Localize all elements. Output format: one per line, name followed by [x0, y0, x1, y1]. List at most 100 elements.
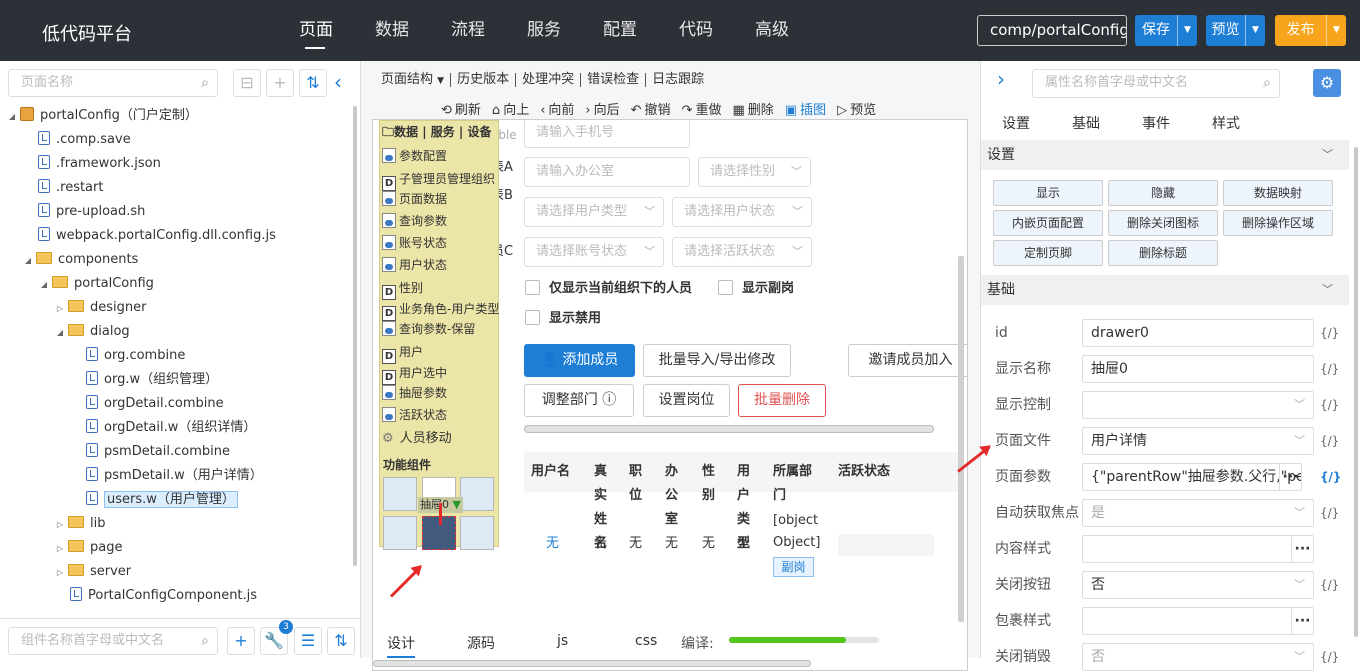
id-field[interactable]: drawer0 — [1082, 319, 1314, 347]
chevron-down-icon[interactable]: ▼ — [1326, 15, 1346, 46]
palette-item[interactable]: 参数配置 — [382, 146, 447, 166]
active-status-select[interactable]: 请选择活跃状态 ﹀ — [672, 237, 812, 267]
tree-node[interactable]: org.w（组织管理） — [82, 368, 218, 392]
show-disabled-checkbox[interactable]: 显示禁用 — [525, 310, 601, 327]
hide-button[interactable]: 隐藏 — [1108, 180, 1218, 206]
show-deputy-checkbox[interactable]: 显示副岗 — [718, 280, 794, 297]
window-component-icon[interactable] — [460, 516, 494, 550]
table-cell-link[interactable]: 无 — [546, 532, 559, 556]
invite-member-button[interactable]: 邀请成员加入 — [848, 344, 967, 377]
display-control-select[interactable]: ﹀ — [1082, 391, 1314, 419]
tree-node[interactable]: pre-upload.sh — [34, 200, 145, 224]
nav-advanced[interactable]: 高级 — [734, 0, 810, 61]
add-component-button[interactable]: + — [227, 627, 255, 655]
dialog-component-icon[interactable] — [383, 516, 417, 550]
forward-button[interactable]: ‹ 向前 — [540, 99, 574, 121]
insert-image-button[interactable]: ▣ 插图 — [785, 99, 826, 121]
expression-icon[interactable]: {/} — [1320, 462, 1341, 492]
section-settings[interactable]: 设置 ﹀ — [981, 140, 1349, 170]
expression-icon[interactable]: {/} — [1320, 642, 1339, 672]
nav-data[interactable]: 数据 — [354, 0, 430, 61]
canvas-vertical-scrollbar[interactable] — [958, 256, 964, 622]
undo-button[interactable]: ↶ 撤销 — [631, 99, 671, 121]
palette-item[interactable]: D 用户 — [382, 342, 423, 364]
tree-node[interactable]: orgDetail.w（组织详情） — [82, 416, 256, 440]
palette-item[interactable]: ⚙ 人员移动 — [382, 429, 452, 449]
user-type-select[interactable]: 请选择用户类型 ﹀ — [524, 197, 664, 227]
delete-title-button[interactable]: 删除标题 — [1108, 240, 1218, 266]
palette-item[interactable]: 抽屉参数 — [382, 383, 447, 403]
tree-node[interactable]: org.combine — [82, 344, 185, 368]
data-mapping-button[interactable]: 数据映射 — [1223, 180, 1333, 206]
delete-close-icon-button[interactable]: 删除关闭图标 — [1108, 210, 1218, 236]
tree-node[interactable]: ◢ components — [22, 248, 138, 272]
save-button[interactable]: 保存 ▼ — [1135, 15, 1197, 46]
page-params-field[interactable]: {"parentRow"抽屉参数.父行,"pe ··· — [1082, 463, 1302, 491]
autofocus-select[interactable]: 是 ﹀ — [1082, 499, 1314, 527]
tree-node-selected[interactable]: users.w（用户管理） — [82, 488, 238, 512]
refresh-button[interactable]: ⟲ 刷新 — [441, 99, 481, 121]
palette-item[interactable]: D 用户选中 — [382, 363, 447, 385]
up-button[interactable]: ⌂ 向上 — [492, 99, 529, 121]
tab-error-check[interactable]: 错误检查 — [581, 73, 647, 87]
gear-icon[interactable]: ⚙ — [1313, 69, 1341, 97]
expression-icon[interactable]: {/} — [1320, 570, 1339, 600]
page-search-input[interactable]: 页面名称 ⌕ — [8, 69, 218, 97]
redo-button[interactable]: ↷ 重做 — [682, 99, 722, 121]
palette-item[interactable]: D 业务角色-用户类型 — [382, 299, 499, 321]
palette-item[interactable]: 查询参数-保留 — [382, 319, 475, 339]
office-input[interactable]: 请输入办公室 — [524, 157, 690, 187]
tab-basic[interactable]: 基础 — [1051, 111, 1121, 137]
phone-input[interactable]: 请输入手机号 — [524, 120, 690, 148]
tree-node[interactable]: PortalConfigComponent.js — [66, 584, 257, 608]
expression-icon[interactable]: {/} — [1320, 318, 1339, 348]
wrap-style-field[interactable]: ··· — [1082, 607, 1314, 635]
tree-node[interactable]: ◢ dialog — [54, 320, 130, 344]
tree-node[interactable]: orgDetail.combine — [82, 392, 224, 416]
tree-node[interactable]: ▷ designer — [54, 296, 146, 320]
adjust-dept-button[interactable]: 调整部门 ⓘ — [524, 384, 634, 417]
close-button-select[interactable]: 否 ﹀ — [1082, 571, 1314, 599]
chevron-down-icon[interactable]: ▼ — [1245, 15, 1265, 46]
tab-js[interactable]: js — [557, 633, 568, 649]
tree-node[interactable]: psmDetail.w（用户详情） — [82, 464, 263, 488]
expression-icon[interactable]: {/} — [1320, 426, 1339, 456]
wrench-button[interactable]: 🔧 3 — [260, 620, 293, 655]
tree-node[interactable]: ◢ portalConfig（门户定制） — [6, 104, 198, 128]
show-button[interactable]: 显示 — [993, 180, 1103, 206]
more-icon[interactable]: ··· — [1279, 464, 1301, 490]
tree-node[interactable]: ▷ lib — [54, 512, 105, 536]
page-file-select[interactable]: 用户详情 ﹀ — [1082, 427, 1314, 455]
tree-scrollbar[interactable] — [353, 106, 357, 566]
gender-select[interactable]: 请选择性别 ﹀ — [698, 157, 811, 187]
more-icon[interactable]: ··· — [1291, 608, 1313, 634]
expand-right-icon[interactable]: › — [997, 67, 1005, 91]
nav-code[interactable]: 代码 — [658, 0, 734, 61]
tree-node[interactable]: .comp.save — [34, 128, 131, 152]
preview-page-button[interactable]: ▷ 预览 — [837, 99, 876, 121]
content-style-field[interactable]: ··· — [1082, 535, 1314, 563]
nav-service[interactable]: 服务 — [506, 0, 582, 61]
tree-node[interactable]: ◢ portalConfig — [38, 272, 154, 296]
tab-design[interactable]: 设计 — [387, 633, 415, 658]
palette-item[interactable]: 页面数据 — [382, 189, 447, 209]
tab-conflict[interactable]: 处理冲突 — [516, 73, 582, 87]
tab-page-structure[interactable]: 页面结构 ▼ — [375, 73, 452, 87]
backward-button[interactable]: › 向后 — [585, 99, 619, 121]
expression-icon[interactable]: {/} — [1320, 498, 1339, 528]
tree-node[interactable]: webpack.portalConfig.dll.config.js — [34, 224, 276, 248]
account-status-select[interactable]: 请选择账号状态 ﹀ — [524, 237, 664, 267]
tab-style[interactable]: 样式 — [1191, 111, 1261, 137]
tab-css[interactable]: css — [635, 633, 657, 649]
palette-item[interactable]: 查询参数 — [382, 211, 447, 231]
add-member-button[interactable]: 👤 添加成员 — [524, 344, 635, 377]
publish-button[interactable]: 发布 ▼ — [1275, 15, 1346, 46]
sort-button[interactable]: ⇅ — [299, 69, 327, 97]
sort-button[interactable]: ⇅ — [327, 627, 355, 655]
tree-node[interactable]: .framework.json — [34, 152, 161, 176]
destroy-on-close-select[interactable]: 否 ﹀ — [1082, 643, 1314, 671]
embed-page-config-button[interactable]: 内嵌页面配置 — [993, 210, 1103, 236]
canvas-horizontal-scrollbar[interactable] — [373, 660, 811, 667]
current-org-checkbox[interactable]: 仅显示当前组织下的人员 — [525, 280, 692, 297]
property-scrollbar[interactable] — [1354, 147, 1358, 637]
